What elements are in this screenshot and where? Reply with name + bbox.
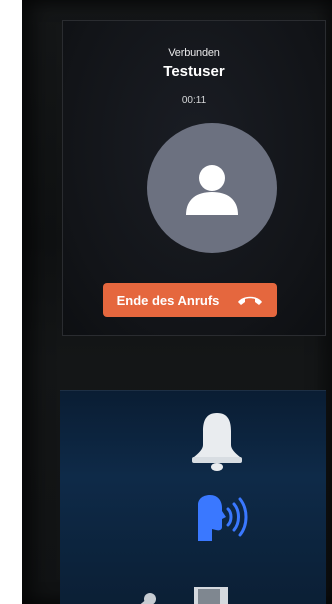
call-duration: 00:11 (181, 95, 207, 106)
function-panel (60, 390, 326, 604)
caller-name: Testuser (163, 63, 225, 80)
speaking-head-icon (198, 495, 248, 541)
intercom-device: Verbunden Testuser 00:11 Ende des Anrufs (22, 0, 332, 604)
avatar (147, 123, 277, 253)
voice-button[interactable] (192, 493, 252, 549)
bell-icon (192, 413, 242, 471)
door-icon (194, 587, 228, 604)
key-icon (140, 593, 156, 604)
user-silhouette-icon (186, 165, 238, 215)
call-screen: Verbunden Testuser 00:11 Ende des Anrufs (62, 20, 326, 336)
bell-button[interactable] (182, 409, 252, 475)
key-button[interactable] (130, 591, 158, 604)
phone-hangup-icon (237, 293, 263, 307)
call-status: Verbunden (168, 47, 220, 59)
end-call-label: Ende des Anrufs (116, 292, 220, 308)
door-button[interactable] (192, 585, 232, 604)
end-call-button[interactable]: Ende des Anrufs (103, 283, 277, 317)
